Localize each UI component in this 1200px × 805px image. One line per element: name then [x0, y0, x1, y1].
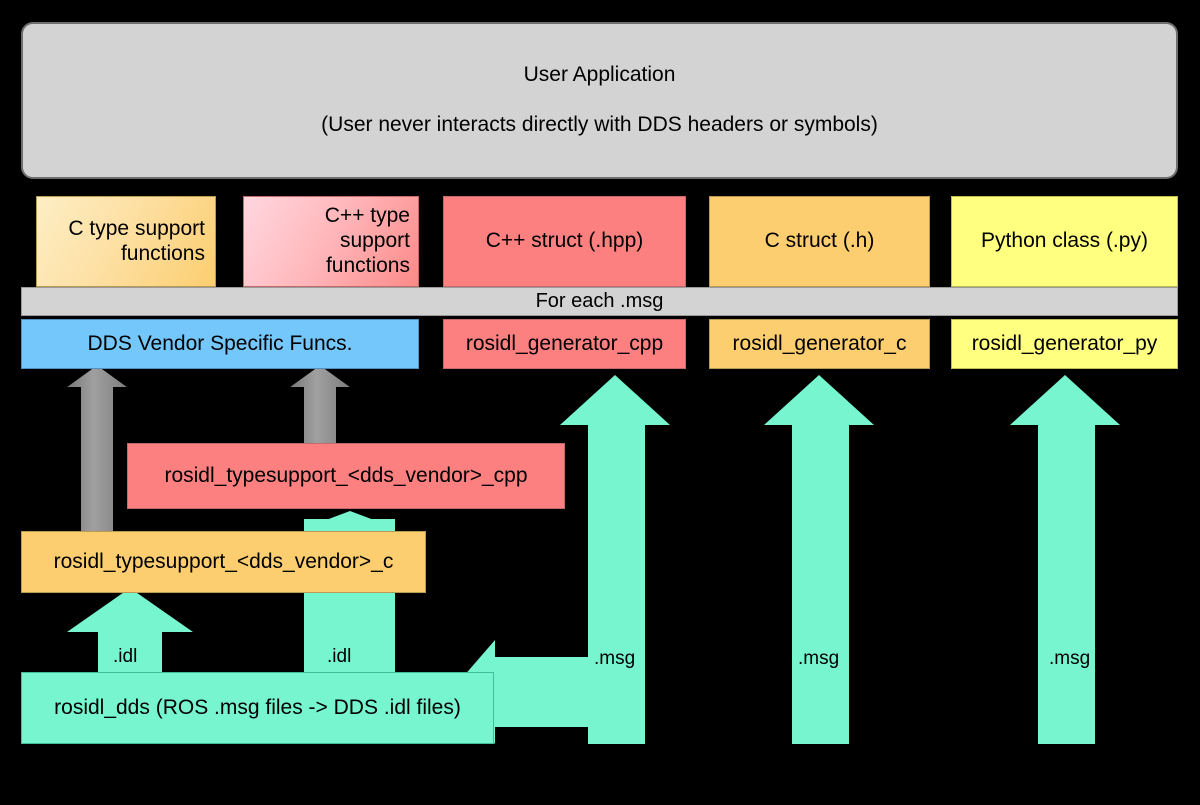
gray-arrow-c-typesupport	[54, 360, 140, 542]
label-msg-py: .msg	[1049, 648, 1091, 669]
box-rosidl-generator-cpp: rosidl_generator_cpp	[443, 319, 686, 369]
box-c-struct-h: C struct (.h)	[709, 196, 930, 287]
teal-arrow-msg-c	[764, 375, 874, 744]
diagram-canvas: User Application (User never interacts d…	[0, 0, 1200, 805]
box-python-class-py: Python class (.py)	[951, 196, 1178, 287]
gray-arrow-cpp-typesupport	[277, 360, 363, 454]
box-dds-vendor-specific-funcs: DDS Vendor Specific Funcs.	[21, 319, 419, 369]
label-idl-left: .idl	[113, 646, 138, 667]
box-c-type-support-functions: C type support functions	[36, 196, 216, 287]
label-msg-cpp: .msg	[594, 648, 636, 669]
box-rosidl-generator-py: rosidl_generator_py	[951, 319, 1178, 369]
teal-arrow-msg-py	[1010, 375, 1120, 744]
label-idl-right: .idl	[327, 646, 352, 667]
box-rosidl-dds: rosidl_dds (ROS .msg files -> DDS .idl f…	[21, 672, 494, 744]
user-application-subtitle: (User never interacts directly with DDS …	[321, 112, 878, 136]
user-application-box: User Application (User never interacts d…	[21, 22, 1178, 179]
label-msg-c: .msg	[798, 648, 840, 669]
box-rosidl-typesupport-dds-vendor-cpp: rosidl_typesupport_<dds_vendor>_cpp	[127, 443, 565, 509]
box-rosidl-typesupport-dds-vendor-c: rosidl_typesupport_<dds_vendor>_c	[21, 531, 426, 593]
user-application-title: User Application	[523, 63, 676, 87]
box-rosidl-generator-c: rosidl_generator_c	[709, 319, 930, 369]
box-cpp-type-support-functions: C++ type support functions	[243, 196, 419, 287]
box-cpp-struct-hpp: C++ struct (.hpp)	[443, 196, 686, 287]
for-each-msg-bar: For each .msg	[21, 287, 1178, 316]
